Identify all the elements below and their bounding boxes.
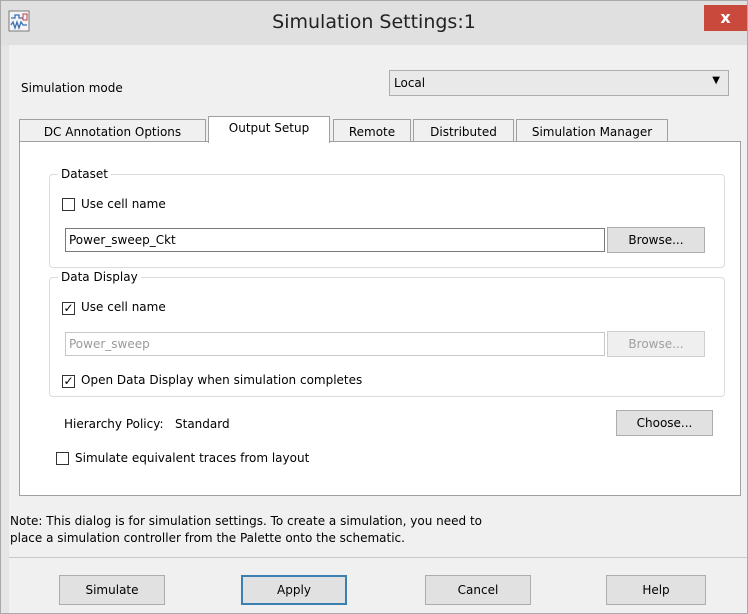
chevron-down-icon: ▼ (712, 75, 720, 86)
data-display-use-cell-name-label: Use cell name (81, 300, 166, 314)
close-button[interactable]: x (704, 5, 747, 31)
hierarchy-policy-label: Hierarchy Policy: (64, 417, 164, 431)
dataset-browse-button[interactable]: Browse... (607, 227, 705, 253)
simulate-button[interactable]: Simulate (59, 575, 165, 605)
tab-simulation-manager[interactable]: Simulation Manager (516, 119, 668, 142)
simulation-settings-dialog: Simulation Settings:1 x Simulation mode … (0, 0, 748, 614)
output-setup-panel: Dataset Use cell name Power_sweep_Ckt Br… (19, 141, 741, 496)
data-display-browse-button[interactable]: Browse... (607, 331, 705, 357)
data-display-name-input[interactable]: Power_sweep (65, 332, 605, 356)
tab-distributed[interactable]: Distributed (413, 119, 514, 142)
simulation-mode-label: Simulation mode (21, 81, 123, 95)
data-display-use-cell-name-checkbox[interactable]: ✓ (62, 302, 75, 315)
dataset-name-input[interactable]: Power_sweep_Ckt (65, 228, 605, 252)
simulation-mode-select[interactable]: Local ▼ (389, 70, 729, 96)
note-line-1: Note: This dialog is for simulation sett… (10, 514, 482, 528)
simulate-equivalent-traces-label: Simulate equivalent traces from layout (75, 451, 310, 465)
note-line-2: place a simulation controller from the P… (10, 531, 405, 545)
window-title: Simulation Settings:1 (272, 11, 476, 33)
dataset-use-cell-name-label: Use cell name (81, 197, 166, 211)
dataset-use-cell-name-checkbox[interactable] (62, 198, 75, 211)
tab-remote[interactable]: Remote (333, 119, 411, 142)
apply-button[interactable]: Apply (241, 575, 347, 605)
cancel-button[interactable]: Cancel (425, 575, 531, 605)
title-bar[interactable]: Simulation Settings:1 x (1, 1, 747, 45)
tab-dc-annotation-options[interactable]: DC Annotation Options (19, 119, 206, 142)
open-data-display-checkbox[interactable]: ✓ (62, 375, 75, 388)
tab-output-setup[interactable]: Output Setup (208, 116, 330, 143)
data-display-legend: Data Display (61, 270, 138, 284)
choose-button[interactable]: Choose... (616, 410, 713, 436)
simulate-equivalent-traces-checkbox[interactable] (56, 452, 69, 465)
open-data-display-label: Open Data Display when simulation comple… (81, 373, 363, 387)
help-button[interactable]: Help (606, 575, 706, 605)
dataset-legend: Dataset (61, 167, 108, 181)
hierarchy-policy-value: Standard (175, 417, 230, 431)
simulation-mode-value: Local (394, 76, 426, 90)
dialog-body: Simulation mode Local ▼ DC Annotation Op… (9, 45, 747, 613)
separator (9, 557, 747, 558)
